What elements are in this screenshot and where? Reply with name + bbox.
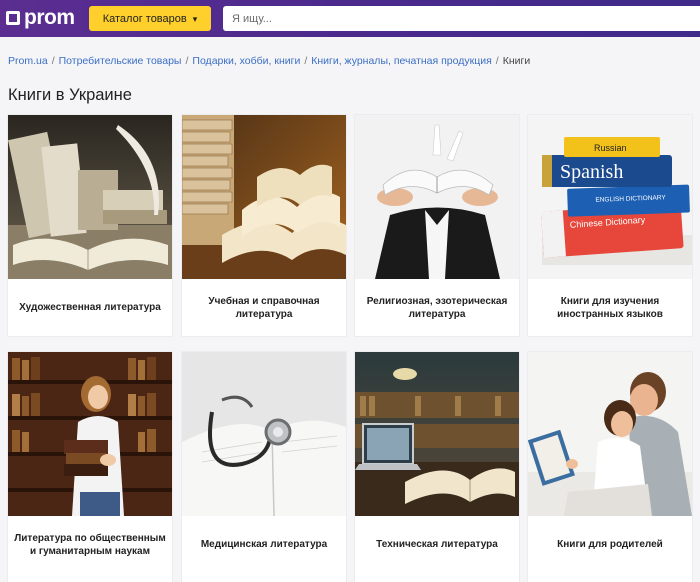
catalog-button[interactable]: Каталог товаров ▾ bbox=[89, 6, 211, 31]
category-image-laptop-book bbox=[355, 352, 519, 516]
breadcrumb-link-gifts-hobby[interactable]: Подарки, хобби, книги bbox=[192, 55, 300, 67]
prom-logo[interactable]: prom bbox=[6, 7, 75, 29]
category-label: Литература по общественным и гуманитарны… bbox=[14, 532, 166, 557]
chevron-down-icon: ▾ bbox=[192, 13, 198, 24]
breadcrumb-link-home[interactable]: Prom.ua bbox=[8, 55, 48, 67]
category-image-couple-reading bbox=[528, 352, 692, 516]
category-image-stethoscope bbox=[182, 352, 346, 516]
category-label: Медицинская литература bbox=[200, 539, 328, 550]
breadcrumb-link-books-magazines[interactable]: Книги, журналы, печатная продукция bbox=[311, 55, 492, 67]
top-header: prom Каталог товаров ▾ bbox=[0, 0, 700, 37]
category-image-old-books bbox=[8, 115, 172, 279]
breadcrumb-separator: / bbox=[495, 55, 499, 67]
category-card-languages[interactable]: Chinese Dictionary ENGLISH DICTIONARY Sp… bbox=[528, 115, 692, 336]
breadcrumb-separator: / bbox=[51, 55, 55, 67]
search-input[interactable] bbox=[223, 6, 700, 31]
category-card-educational[interactable]: Учебная и справочная литература bbox=[182, 115, 346, 336]
category-image-dictionaries: Chinese Dictionary ENGLISH DICTIONARY Sp… bbox=[528, 115, 692, 279]
category-image-hands-book bbox=[355, 115, 519, 279]
category-image-library-woman bbox=[8, 352, 172, 516]
category-image-book-stack bbox=[182, 115, 346, 279]
breadcrumb: Prom.ua / Потребительские товары / Подар… bbox=[8, 54, 530, 68]
breadcrumb-link-consumer-goods[interactable]: Потребительские товары bbox=[59, 55, 182, 67]
category-label: Художественная литература bbox=[19, 302, 161, 313]
page-title: Книги в Украине bbox=[8, 86, 132, 104]
breadcrumb-current: Книги bbox=[502, 55, 531, 67]
category-card-fiction[interactable]: Художественная литература bbox=[8, 115, 172, 336]
category-label: Книги для родителей bbox=[557, 539, 663, 550]
category-label: Религиозная, эзотерическая литература bbox=[366, 295, 508, 320]
category-card-humanities[interactable]: Литература по общественным и гуманитарны… bbox=[8, 352, 172, 582]
category-label: Учебная и справочная литература bbox=[208, 295, 320, 320]
category-card-religious[interactable]: Религиозная, эзотерическая литература bbox=[355, 115, 519, 336]
logo-square-icon bbox=[6, 11, 20, 25]
category-label: Книги для изучения иностранных языков bbox=[557, 295, 663, 320]
breadcrumb-separator: / bbox=[185, 55, 189, 67]
russian-text: Russian bbox=[594, 143, 627, 153]
spanish-text: Spanish bbox=[560, 161, 623, 183]
category-card-technical[interactable]: Техническая литература bbox=[355, 352, 519, 582]
category-label: Техническая литература bbox=[376, 539, 498, 550]
catalog-button-label: Каталог товаров bbox=[102, 12, 187, 25]
category-card-medical[interactable]: Медицинская литература bbox=[182, 352, 346, 582]
logo-text: prom bbox=[24, 6, 75, 29]
breadcrumb-separator: / bbox=[304, 55, 308, 67]
category-card-parents[interactable]: Книги для родителей bbox=[528, 352, 692, 582]
